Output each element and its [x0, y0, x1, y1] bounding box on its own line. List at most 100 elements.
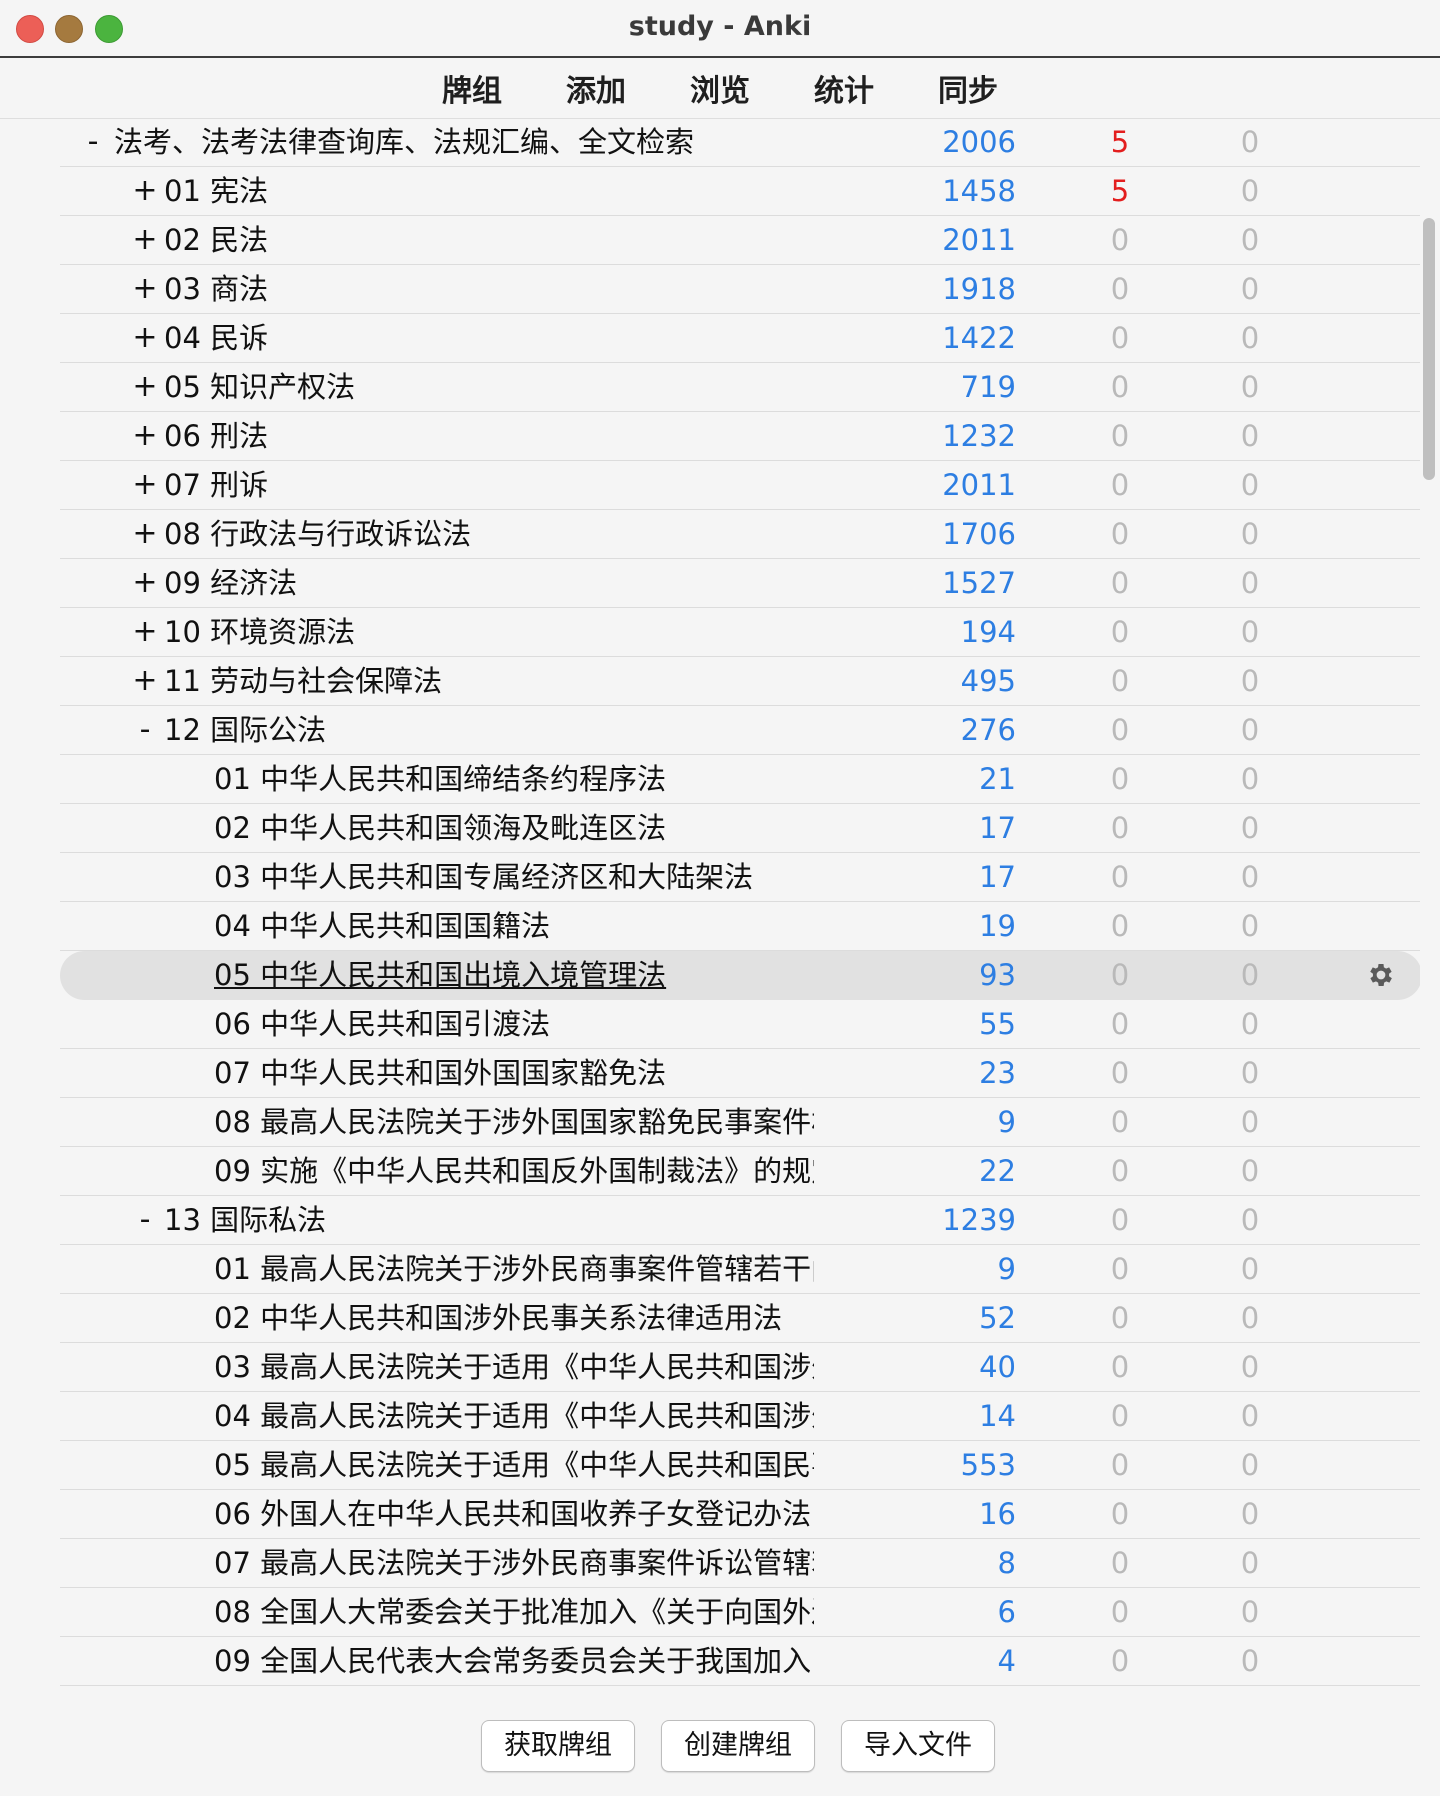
deck-row[interactable]: +03 商法 1918 0 0	[60, 265, 1420, 314]
deck-name-link[interactable]: 03 最高人民法院关于适用《中华人民共和国涉外民事关	[214, 1343, 814, 1391]
due-count: 495	[960, 664, 1016, 698]
deck-name-link[interactable]: 13 国际私法	[164, 1196, 814, 1244]
deck-name-link[interactable]: 08 行政法与行政诉讼法	[164, 510, 814, 558]
gear-icon[interactable]	[1366, 960, 1396, 990]
deck-name-link[interactable]: 10 环境资源法	[164, 608, 814, 656]
deck-name-link[interactable]: 11 劳动与社会保障法	[164, 657, 814, 705]
collapse-deck-toggle[interactable]: -	[78, 118, 108, 166]
deck-row[interactable]: 04 中华人民共和国国籍法 19 0 0	[60, 902, 1420, 951]
deck-row[interactable]: 01 中华人民共和国缔结条约程序法 21 0 0	[60, 755, 1420, 804]
deck-row[interactable]: 08 全国人大常委会关于批准加入《关于向国外送达民事 6 0 0	[60, 1588, 1420, 1637]
deck-row[interactable]: +11 劳动与社会保障法 495 0 0	[60, 657, 1420, 706]
deck-row[interactable]: -12 国际公法 276 0 0	[60, 706, 1420, 755]
deck-name-link[interactable]: 02 民法	[164, 216, 814, 264]
expand-deck-toggle[interactable]: +	[130, 559, 160, 607]
deck-row[interactable]: +08 行政法与行政诉讼法 1706 0 0	[60, 510, 1420, 559]
deck-name-link[interactable]: 05 知识产权法	[164, 363, 814, 411]
nav-browse[interactable]: 浏览	[686, 66, 754, 110]
deck-name-link[interactable]: 04 民诉	[164, 314, 814, 362]
learning-count: 5	[1110, 174, 1130, 208]
expand-deck-toggle[interactable]: +	[130, 216, 160, 264]
deck-row[interactable]: 06 外国人在中华人民共和国收养子女登记办法（2024 修 16 0 0	[60, 1490, 1420, 1539]
deck-row[interactable]: +04 民诉 1422 0 0	[60, 314, 1420, 363]
due-count: 17	[979, 860, 1016, 894]
due-count: 1422	[942, 321, 1016, 355]
deck-name-link[interactable]: 12 国际公法	[164, 706, 814, 754]
deck-row[interactable]: 09 实施《中华人民共和国反外国制裁法》的规定 22 0 0	[60, 1147, 1420, 1196]
deck-name-link[interactable]: 07 中华人民共和国外国国家豁免法	[214, 1049, 814, 1097]
deck-name-link[interactable]: 06 中华人民共和国引渡法	[214, 1000, 814, 1048]
deck-name-link[interactable]: 06 刑法	[164, 412, 814, 460]
nav-decks[interactable]: 牌组	[438, 66, 506, 110]
deck-name-link[interactable]: 04 中华人民共和国国籍法	[214, 902, 814, 950]
expand-deck-toggle[interactable]: +	[130, 657, 160, 705]
learning-count: 0	[1110, 762, 1130, 796]
deck-row[interactable]: +09 经济法 1527 0 0	[60, 559, 1420, 608]
learning-count: 0	[1110, 321, 1130, 355]
deck-row[interactable]: 05 最高人民法院关于适用《中华人民共和国民事诉讼法 553 0 0	[60, 1441, 1420, 1490]
learning-count: 0	[1110, 958, 1130, 992]
nav-add[interactable]: 添加	[562, 66, 630, 110]
collapse-deck-toggle[interactable]: -	[130, 706, 160, 754]
deck-row[interactable]: 09 全国人民代表大会常务委员会关于我国加入《关于从 4 0 0	[60, 1637, 1420, 1686]
deck-name-link[interactable]: 06 外国人在中华人民共和国收养子女登记办法（2024 修	[214, 1490, 814, 1538]
deck-row[interactable]: +02 民法 2011 0 0	[60, 216, 1420, 265]
expand-deck-toggle[interactable]: +	[130, 510, 160, 558]
deck-row[interactable]: 03 中华人民共和国专属经济区和大陆架法 17 0 0	[60, 853, 1420, 902]
deck-row[interactable]: 07 最高人民法院关于涉外民商事案件诉讼管辖若干问题 8 0 0	[60, 1539, 1420, 1588]
due-count: 1239	[942, 1203, 1016, 1237]
deck-row[interactable]: 08 最高人民法院关于涉外国国家豁免民事案件相关程序 9 0 0	[60, 1098, 1420, 1147]
deck-name-link[interactable]: 07 最高人民法院关于涉外民商事案件诉讼管辖若干问题	[214, 1539, 814, 1587]
deck-row[interactable]: 05 中华人民共和国出境入境管理法 93 0 0	[60, 951, 1420, 1000]
deck-name-link[interactable]: 09 经济法	[164, 559, 814, 607]
nav-stats[interactable]: 统计	[810, 66, 878, 110]
expand-deck-toggle[interactable]: +	[130, 314, 160, 362]
deck-name-link[interactable]: 09 实施《中华人民共和国反外国制裁法》的规定	[214, 1147, 814, 1195]
deck-row[interactable]: 04 最高人民法院关于适用《中华人民共和国涉外民事关 14 0 0	[60, 1392, 1420, 1441]
learning-count: 0	[1110, 1448, 1130, 1482]
expand-deck-toggle[interactable]: +	[130, 265, 160, 313]
deck-name-link[interactable]: 08 最高人民法院关于涉外国国家豁免民事案件相关程序	[214, 1098, 814, 1146]
deck-name-link[interactable]: 07 刑诉	[164, 461, 814, 509]
expand-deck-toggle[interactable]: +	[130, 412, 160, 460]
deck-row[interactable]: 02 中华人民共和国领海及毗连区法 17 0 0	[60, 804, 1420, 853]
deck-name-link[interactable]: 03 商法	[164, 265, 814, 313]
deck-row[interactable]: - 法考、法考法律查询库、法规汇编、全文检索 2006 5 0	[60, 118, 1420, 167]
deck-row[interactable]: +06 刑法 1232 0 0	[60, 412, 1420, 461]
deck-name-link[interactable]: 01 最高人民法院关于涉外民商事案件管辖若干问题的规	[214, 1245, 814, 1293]
deck-row[interactable]: +07 刑诉 2011 0 0	[60, 461, 1420, 510]
due-count: 9	[997, 1105, 1016, 1139]
new-count: 0	[1240, 1007, 1260, 1041]
deck-name-link[interactable]: 01 宪法	[164, 167, 814, 215]
deck-row[interactable]: 07 中华人民共和国外国国家豁免法 23 0 0	[60, 1049, 1420, 1098]
deck-name-link[interactable]: 03 中华人民共和国专属经济区和大陆架法	[214, 853, 814, 901]
nav-sync[interactable]: 同步	[934, 66, 1002, 110]
deck-row[interactable]: 03 最高人民法院关于适用《中华人民共和国涉外民事关 40 0 0	[60, 1343, 1420, 1392]
deck-row[interactable]: 02 中华人民共和国涉外民事关系法律适用法 52 0 0	[60, 1294, 1420, 1343]
get-shared-decks-button[interactable]: 获取牌组	[481, 1720, 635, 1772]
deck-name-link[interactable]: 法考、法考法律查询库、法规汇编、全文检索	[114, 118, 814, 166]
deck-row[interactable]: 06 中华人民共和国引渡法 55 0 0	[60, 1000, 1420, 1049]
deck-name-link[interactable]: 08 全国人大常委会关于批准加入《关于向国外送达民事	[214, 1588, 814, 1636]
deck-name-link[interactable]: 02 中华人民共和国领海及毗连区法	[214, 804, 814, 852]
expand-deck-toggle[interactable]: +	[130, 167, 160, 215]
deck-name-link[interactable]: 04 最高人民法院关于适用《中华人民共和国涉外民事关	[214, 1392, 814, 1440]
deck-row[interactable]: -13 国际私法 1239 0 0	[60, 1196, 1420, 1245]
vertical-scrollbar[interactable]	[1423, 218, 1435, 480]
deck-name-link[interactable]: 05 中华人民共和国出境入境管理法	[214, 951, 814, 999]
deck-row[interactable]: +01 宪法 1458 5 0	[60, 167, 1420, 216]
create-deck-button[interactable]: 创建牌组	[661, 1720, 815, 1772]
deck-name-link[interactable]: 09 全国人民代表大会常务委员会关于我国加入《关于从	[214, 1637, 814, 1685]
deck-row[interactable]: 01 最高人民法院关于涉外民商事案件管辖若干问题的规 9 0 0	[60, 1245, 1420, 1294]
deck-row[interactable]: +05 知识产权法 719 0 0	[60, 363, 1420, 412]
collapse-deck-toggle[interactable]: -	[130, 1196, 160, 1244]
deck-name-link[interactable]: 01 中华人民共和国缔结条约程序法	[214, 755, 814, 803]
due-count: 17	[979, 811, 1016, 845]
import-file-button[interactable]: 导入文件	[841, 1720, 995, 1772]
deck-name-link[interactable]: 05 最高人民法院关于适用《中华人民共和国民事诉讼法	[214, 1441, 814, 1489]
deck-row[interactable]: +10 环境资源法 194 0 0	[60, 608, 1420, 657]
deck-name-link[interactable]: 02 中华人民共和国涉外民事关系法律适用法	[214, 1294, 814, 1342]
expand-deck-toggle[interactable]: +	[130, 608, 160, 656]
expand-deck-toggle[interactable]: +	[130, 461, 160, 509]
expand-deck-toggle[interactable]: +	[130, 363, 160, 411]
